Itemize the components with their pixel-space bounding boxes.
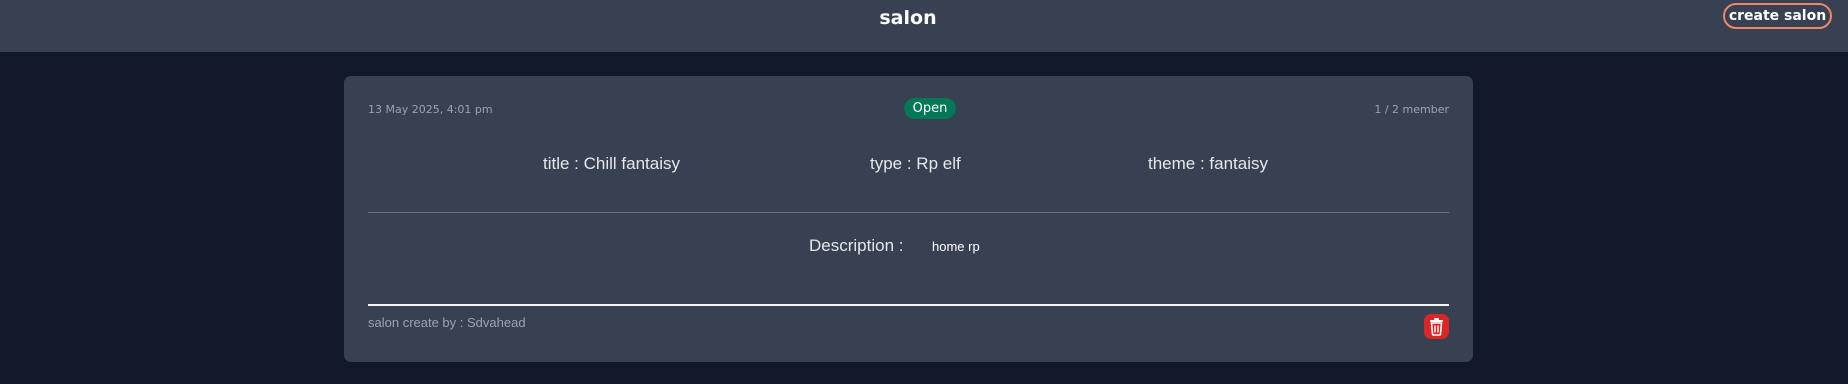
create-salon-button[interactable]: create salon: [1723, 3, 1832, 29]
top-header: salon create salon: [0, 0, 1848, 52]
salon-date: 13 May 2025, 4:01 pm: [368, 103, 493, 116]
description-label: Description :: [809, 236, 904, 255]
member-count: 1 / 2 member: [1374, 103, 1449, 116]
delete-salon-button[interactable]: [1424, 314, 1449, 339]
salon-card: 13 May 2025, 4:01 pm Open 1 / 2 member t…: [344, 76, 1473, 362]
divider: [368, 212, 1449, 213]
salon-creator: salon create by : Sdvahead: [368, 315, 526, 330]
salon-title: title : Chill fantaisy: [543, 154, 680, 173]
salon-theme: theme : fantaisy: [1148, 154, 1269, 173]
footer-divider: [368, 304, 1449, 306]
description-value: home rp: [932, 239, 980, 254]
salon-type: type : Rp elf: [870, 154, 961, 173]
page-title: salon: [879, 7, 937, 29]
status-badge: Open: [904, 98, 956, 119]
trash-icon: [1430, 318, 1443, 336]
